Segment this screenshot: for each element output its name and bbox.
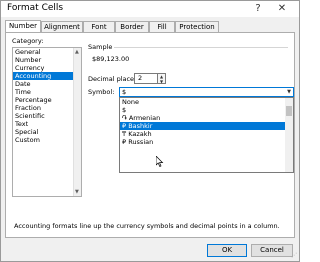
- symbol-option[interactable]: ֏ Armenian: [120, 114, 293, 122]
- resize-grip-icon[interactable]: ⋰: [291, 252, 297, 259]
- symbol-dropdown-list[interactable]: None $ ֏ Armenian ₽ Bashkir ₸ Kazakh ₽ R…: [119, 97, 294, 173]
- format-description: Accounting formats line up the currency …: [14, 222, 280, 230]
- decimal-places-input[interactable]: 2: [134, 73, 158, 84]
- scroll-down-icon[interactable]: ▼: [75, 189, 79, 195]
- category-label: Category:: [12, 37, 44, 45]
- close-button[interactable]: ✕: [271, 1, 293, 17]
- symbol-option[interactable]: ₽ Russian: [120, 138, 293, 146]
- list-item[interactable]: Special: [13, 128, 75, 136]
- tab-border[interactable]: Border: [115, 21, 149, 32]
- list-item[interactable]: Number: [13, 56, 75, 64]
- ok-button[interactable]: OK: [207, 244, 247, 257]
- sample-value: $89,123.00: [92, 55, 130, 63]
- dialog-title: Format Cells: [7, 3, 64, 13]
- chevron-down-icon[interactable]: ▼: [285, 88, 293, 96]
- tab-protection[interactable]: Protection: [175, 21, 219, 32]
- list-item[interactable]: Scientific: [13, 112, 75, 120]
- symbol-option[interactable]: $: [120, 106, 293, 114]
- category-list[interactable]: General Number Currency Accounting Date …: [12, 47, 82, 197]
- symbol-label: Symbol:: [88, 88, 115, 96]
- sample-group: Sample $89,123.00: [88, 43, 288, 72]
- list-item[interactable]: Date: [13, 80, 75, 88]
- scroll-up-icon[interactable]: ▲: [75, 49, 79, 55]
- list-item[interactable]: Time: [13, 88, 75, 96]
- scrollbar-thumb[interactable]: [286, 106, 292, 116]
- list-item[interactable]: Text: [13, 120, 75, 128]
- list-item[interactable]: Currency: [13, 64, 75, 72]
- sample-label: Sample: [88, 43, 115, 51]
- format-cells-dialog: Format Cells ? ✕ Number Alignment Font B…: [0, 0, 300, 262]
- symbol-select-value: $: [122, 88, 127, 96]
- title-bar: Format Cells ? ✕: [1, 1, 299, 17]
- symbol-select[interactable]: $ ▼: [119, 87, 294, 97]
- tab-font[interactable]: Font: [83, 21, 115, 32]
- mouse-pointer-icon: [156, 156, 164, 167]
- symbol-option-highlighted[interactable]: ₽ Bashkir: [120, 122, 293, 130]
- decimal-places-stepper[interactable]: ▲ ▼: [158, 73, 166, 84]
- dropdown-scrollbar[interactable]: [285, 98, 293, 172]
- help-button[interactable]: ?: [247, 1, 269, 17]
- symbol-option[interactable]: ₸ Kazakh: [120, 130, 293, 138]
- list-item[interactable]: Fraction: [13, 104, 75, 112]
- number-tab-panel: Category: General Number Currency Accoun…: [5, 32, 295, 238]
- list-item[interactable]: General: [13, 48, 75, 56]
- symbol-option[interactable]: None: [120, 98, 293, 106]
- tab-alignment[interactable]: Alignment: [41, 21, 83, 32]
- list-item[interactable]: Custom: [13, 136, 75, 144]
- decimal-places-label: Decimal places:: [88, 75, 140, 83]
- category-scrollbar[interactable]: ▲ ▼: [73, 48, 81, 196]
- list-item-selected[interactable]: Accounting: [13, 72, 75, 80]
- tab-fill[interactable]: Fill: [149, 21, 175, 32]
- list-item[interactable]: Percentage: [13, 96, 75, 104]
- cancel-button[interactable]: Cancel: [251, 244, 293, 257]
